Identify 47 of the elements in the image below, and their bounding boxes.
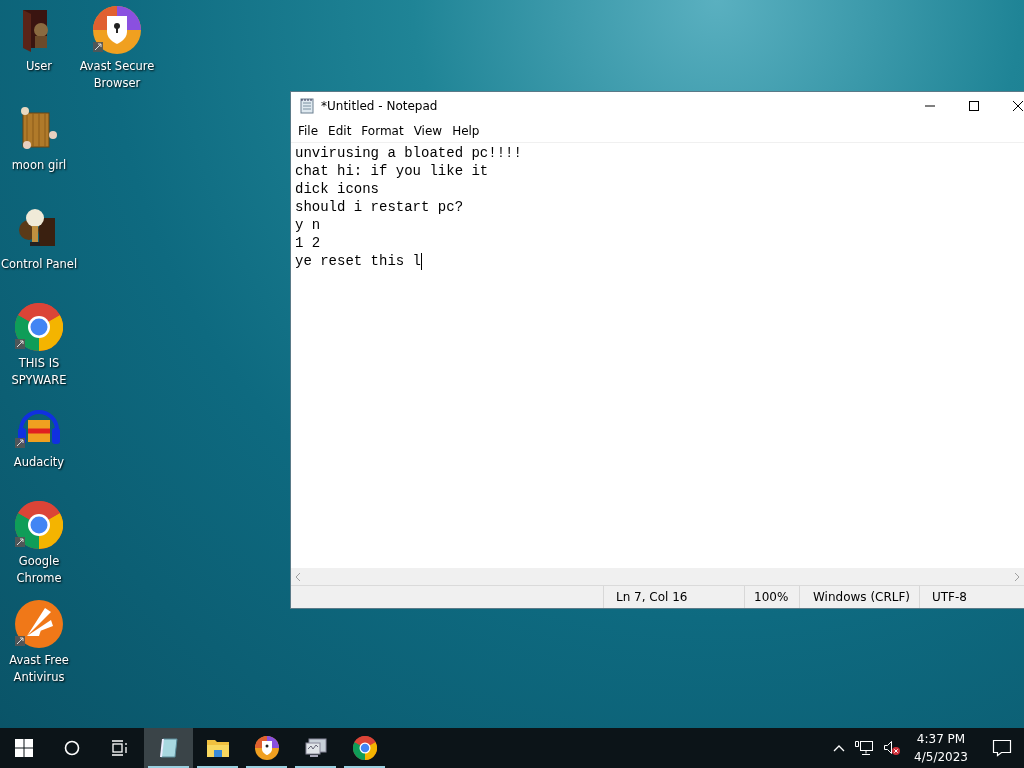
desktop-icon-label[interactable]: Control Panel <box>0 256 78 273</box>
app-icon[interactable] <box>15 501 63 549</box>
app-icon <box>352 736 377 760</box>
text-line: should i restart pc? <box>295 198 464 216</box>
close-icon <box>1013 101 1023 111</box>
status-text: 100% <box>744 586 799 608</box>
text-line: unvirusing a bloated pc!!!! <box>295 144 522 162</box>
shield-icon <box>254 736 279 760</box>
text-line: dick icons <box>295 180 379 198</box>
windows-logo-icon <box>15 739 33 757</box>
text-line: ye reset this l <box>295 252 422 270</box>
menu-item[interactable]: File <box>293 122 324 140</box>
clock-date[interactable]: 4/5/2023 <box>914 748 968 766</box>
status-text: Ln 7, Col 16 <box>603 586 744 608</box>
monitor-icon <box>303 736 328 760</box>
text-line: y n <box>295 216 321 234</box>
app-icon[interactable] <box>93 6 141 54</box>
circle-icon <box>64 740 80 756</box>
window-title: *Untitled - Notepad <box>321 99 439 113</box>
task-view-icon <box>111 740 129 756</box>
taskbar-app-button[interactable] <box>144 728 193 768</box>
network-icon[interactable] <box>855 740 874 756</box>
menu-item[interactable]: Format <box>356 122 409 140</box>
volume-muted-icon[interactable] <box>883 740 902 756</box>
desktop-icon-label[interactable]: Avast Secure Browser <box>78 58 156 92</box>
clock-time[interactable]: 4:37 PM <box>916 730 966 748</box>
menu-item[interactable]: Edit <box>323 122 357 140</box>
status-text: Windows (CRLF) <box>799 586 919 608</box>
chevron-up-icon[interactable] <box>833 744 846 752</box>
desktop-icon-label[interactable]: User <box>0 58 78 75</box>
notepad-icon <box>299 98 315 114</box>
status-text: UTF-8 <box>919 586 1024 608</box>
menu-item[interactable]: Help <box>447 122 485 140</box>
text-line: chat hi: if you like it <box>295 162 489 180</box>
app-icon[interactable] <box>15 600 63 648</box>
desktop-icon-label[interactable]: Google Chrome <box>0 553 78 587</box>
app-icon[interactable] <box>15 303 63 351</box>
menu-item[interactable]: View <box>408 122 448 140</box>
text-cursor <box>421 252 423 270</box>
maximize-icon <box>969 101 979 111</box>
notification-icon[interactable] <box>992 739 1012 757</box>
desktop-icon-label[interactable]: THIS IS SPYWARE <box>0 355 78 389</box>
text-area[interactable]: unvirusing a bloated pc!!!! chat hi: if you like it dick icons should i restart pc? y n 1 2 ye reset this l <box>291 143 1024 568</box>
desktop-icon-label[interactable]: Avast Free Antivirus <box>0 652 78 686</box>
desktop-icon-label[interactable]: Audacity <box>0 454 78 471</box>
text-line: 1 2 <box>295 234 321 252</box>
desktop-icon-label[interactable]: moon girl <box>0 157 78 174</box>
